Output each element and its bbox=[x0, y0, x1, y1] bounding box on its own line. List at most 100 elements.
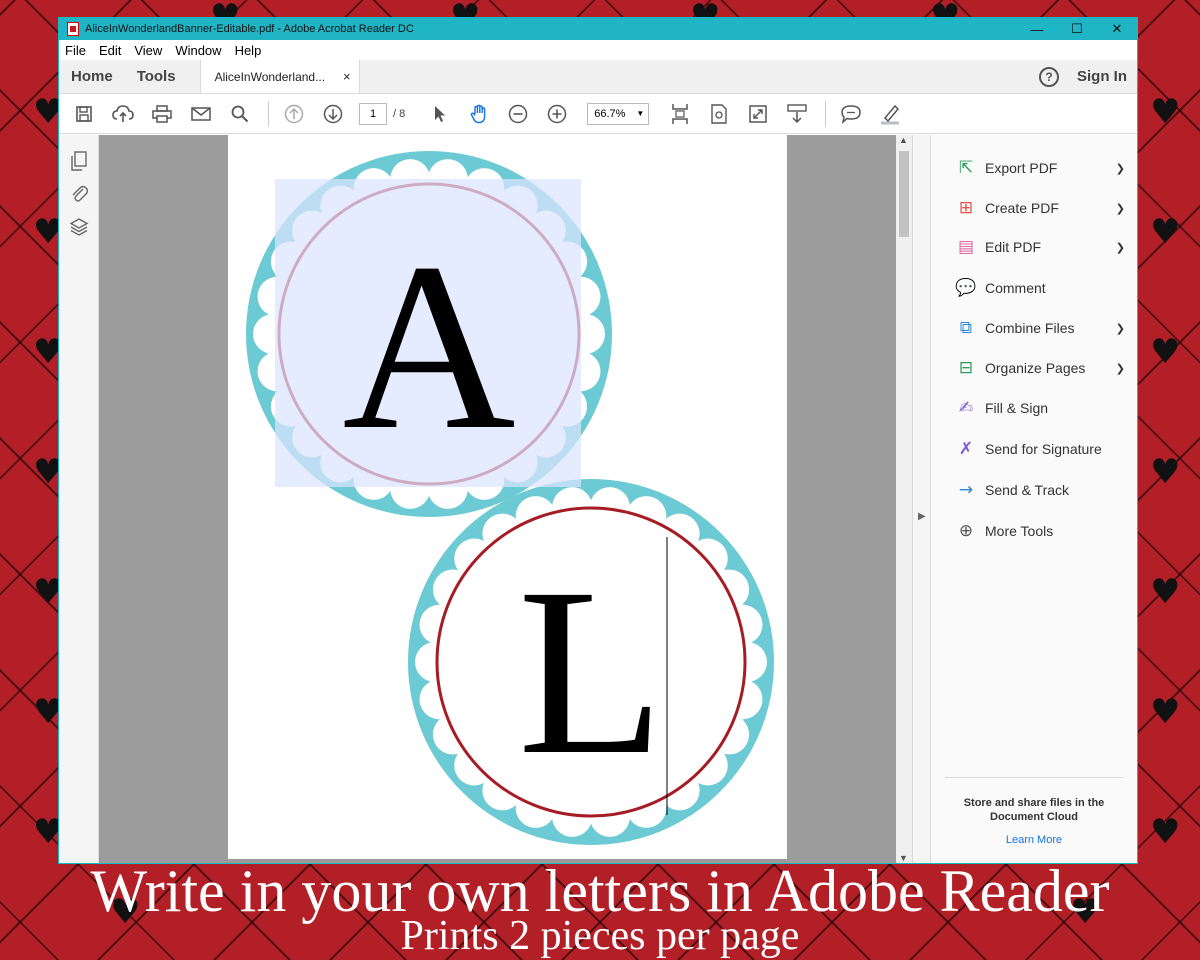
cloud-promo-text: Store and share files in the Document Cl… bbox=[963, 797, 1105, 823]
highlight-pen-icon[interactable] bbox=[877, 101, 903, 127]
tool-label: Create PDF bbox=[985, 200, 1059, 216]
page-thumbnails-icon[interactable] bbox=[69, 151, 89, 171]
tab-tools[interactable]: Tools bbox=[125, 60, 188, 93]
rotate-view-icon[interactable] bbox=[706, 101, 732, 127]
banner-artwork: A L bbox=[246, 151, 774, 845]
combine-files-icon: ⧉ bbox=[959, 318, 973, 338]
menu-edit[interactable]: Edit bbox=[99, 43, 121, 58]
send-track-icon: → bbox=[958, 480, 974, 500]
page-number-input[interactable]: 1 bbox=[359, 102, 387, 125]
previous-page-icon[interactable] bbox=[281, 101, 307, 127]
comment-icon[interactable] bbox=[838, 101, 864, 127]
pdf-page: A L bbox=[228, 135, 787, 859]
minimize-button[interactable]: — bbox=[1017, 22, 1057, 37]
comment-icon: 💬 bbox=[955, 278, 977, 298]
heart-icon: ♥ bbox=[1150, 212, 1181, 252]
tool-create-pdf[interactable]: ⊞ Create PDF ❯ bbox=[955, 196, 1125, 220]
heart-icon: ♥ bbox=[1150, 692, 1181, 732]
tool-label: Export PDF bbox=[985, 160, 1058, 176]
maximize-button[interactable]: ☐ bbox=[1057, 21, 1097, 37]
title-bar: AliceInWonderlandBanner-Editable.pdf - A… bbox=[59, 18, 1137, 40]
toolbar-separator bbox=[825, 100, 827, 127]
tool-combine-files[interactable]: ⧉ Combine Files ❯ bbox=[955, 316, 1125, 340]
print-icon[interactable] bbox=[149, 101, 175, 127]
full-screen-icon[interactable] bbox=[745, 101, 771, 127]
tab-bar: Home Tools AliceInWonderland... × ? Sign… bbox=[59, 60, 1137, 94]
tool-fill-sign[interactable]: ✍ Fill & Sign bbox=[955, 396, 1125, 420]
scroll-mode-icon[interactable] bbox=[784, 101, 810, 127]
heart-icon: ♥ bbox=[1150, 812, 1181, 852]
form-field-letter-a[interactable]: A bbox=[342, 213, 515, 479]
chevron-down-icon: ▼ bbox=[636, 109, 645, 118]
close-tab-icon[interactable]: × bbox=[343, 69, 351, 84]
document-tab-label: AliceInWonderland... bbox=[214, 69, 326, 84]
layers-icon[interactable] bbox=[69, 217, 89, 237]
vertical-scrollbar[interactable]: ▲ ▼ bbox=[896, 135, 912, 863]
promo-subline: Prints 2 pieces per page bbox=[400, 913, 800, 959]
create-pdf-icon: ⊞ bbox=[958, 198, 974, 218]
hand-tool-icon[interactable] bbox=[466, 101, 492, 127]
document-view[interactable]: A L bbox=[99, 135, 896, 863]
tool-label: Combine Files bbox=[985, 320, 1075, 336]
upload-cloud-icon[interactable] bbox=[110, 101, 136, 127]
scrollbar-thumb[interactable] bbox=[899, 151, 909, 237]
tool-label: Organize Pages bbox=[985, 360, 1086, 376]
toolbar-separator bbox=[268, 100, 269, 127]
chevron-down-icon[interactable]: ❯ bbox=[1116, 322, 1125, 335]
organize-pages-icon: ⊟ bbox=[958, 358, 974, 378]
tool-label: Comment bbox=[985, 280, 1046, 296]
main-area: ◀ bbox=[59, 135, 1137, 863]
email-icon[interactable] bbox=[188, 101, 214, 127]
tool-organize-pages[interactable]: ⊟ Organize Pages ❯ bbox=[955, 356, 1125, 380]
chevron-down-icon[interactable]: ❯ bbox=[1116, 202, 1125, 215]
tool-send-track[interactable]: → Send & Track bbox=[955, 478, 1125, 502]
tool-more-tools[interactable]: ⊕ More Tools bbox=[955, 519, 1125, 543]
menu-window[interactable]: Window bbox=[175, 43, 221, 58]
sign-in-link[interactable]: Sign In bbox=[1077, 68, 1127, 85]
menu-bar: File Edit View Window Help bbox=[59, 40, 1137, 60]
search-icon[interactable] bbox=[227, 101, 253, 127]
export-pdf-icon: ⇱ bbox=[958, 158, 974, 178]
chevron-down-icon[interactable]: ❯ bbox=[1116, 241, 1125, 254]
next-page-icon[interactable] bbox=[320, 101, 346, 127]
select-cursor-icon[interactable] bbox=[427, 101, 453, 127]
edit-pdf-icon: ▤ bbox=[957, 237, 975, 257]
tool-edit-pdf[interactable]: ▤ Edit PDF ❯ bbox=[955, 235, 1125, 259]
menu-view[interactable]: View bbox=[134, 43, 162, 58]
more-tools-icon: ⊕ bbox=[958, 521, 974, 541]
send-signature-icon: ✗ bbox=[958, 439, 974, 459]
tool-label: Send for Signature bbox=[985, 441, 1102, 457]
tool-label: More Tools bbox=[985, 523, 1054, 539]
zoom-select[interactable]: 66.7% ▼ bbox=[587, 102, 650, 125]
tool-label: Fill & Sign bbox=[985, 400, 1049, 416]
save-icon[interactable] bbox=[71, 101, 97, 127]
fill-sign-icon: ✍ bbox=[958, 398, 974, 418]
heart-icon: ♥ bbox=[1150, 332, 1181, 372]
tools-pane: ⇱ Export PDF ❯ ⊞ Create PDF ❯ ▤ Edit PDF… bbox=[930, 135, 1137, 863]
form-field-letter-l[interactable]: L bbox=[518, 538, 665, 804]
fit-page-icon[interactable] bbox=[667, 101, 693, 127]
chevron-down-icon[interactable]: ❯ bbox=[1116, 162, 1125, 175]
collapse-right-panel-icon[interactable]: ▶ bbox=[918, 511, 926, 522]
close-button[interactable]: ✕ bbox=[1097, 21, 1137, 37]
pdf-file-icon bbox=[67, 22, 79, 36]
tool-export-pdf[interactable]: ⇱ Export PDF ❯ bbox=[955, 156, 1125, 180]
chevron-down-icon[interactable]: ❯ bbox=[1116, 362, 1125, 375]
heart-icon: ♥ bbox=[1150, 452, 1181, 492]
heart-icon: ♥ bbox=[1150, 92, 1181, 132]
zoom-out-icon[interactable] bbox=[505, 101, 531, 127]
toolbar: 1 / 8 66.7% ▼ bbox=[59, 94, 1137, 134]
tab-document[interactable]: AliceInWonderland... × bbox=[199, 60, 360, 93]
heart-icon: ♥ bbox=[1150, 572, 1181, 612]
scroll-up-icon[interactable]: ▲ bbox=[899, 135, 908, 145]
menu-file[interactable]: File bbox=[65, 43, 86, 58]
menu-help[interactable]: Help bbox=[235, 43, 262, 58]
tool-comment[interactable]: 💬 Comment bbox=[955, 276, 1125, 300]
learn-more-link[interactable]: Learn More bbox=[945, 834, 1123, 846]
zoom-in-icon[interactable] bbox=[544, 101, 570, 127]
help-icon[interactable]: ? bbox=[1039, 66, 1059, 87]
tool-send-for-signature[interactable]: ✗ Send for Signature bbox=[955, 437, 1125, 461]
attachment-icon[interactable] bbox=[69, 183, 89, 203]
tool-label: Edit PDF bbox=[985, 239, 1042, 255]
tab-home[interactable]: Home bbox=[59, 60, 125, 93]
